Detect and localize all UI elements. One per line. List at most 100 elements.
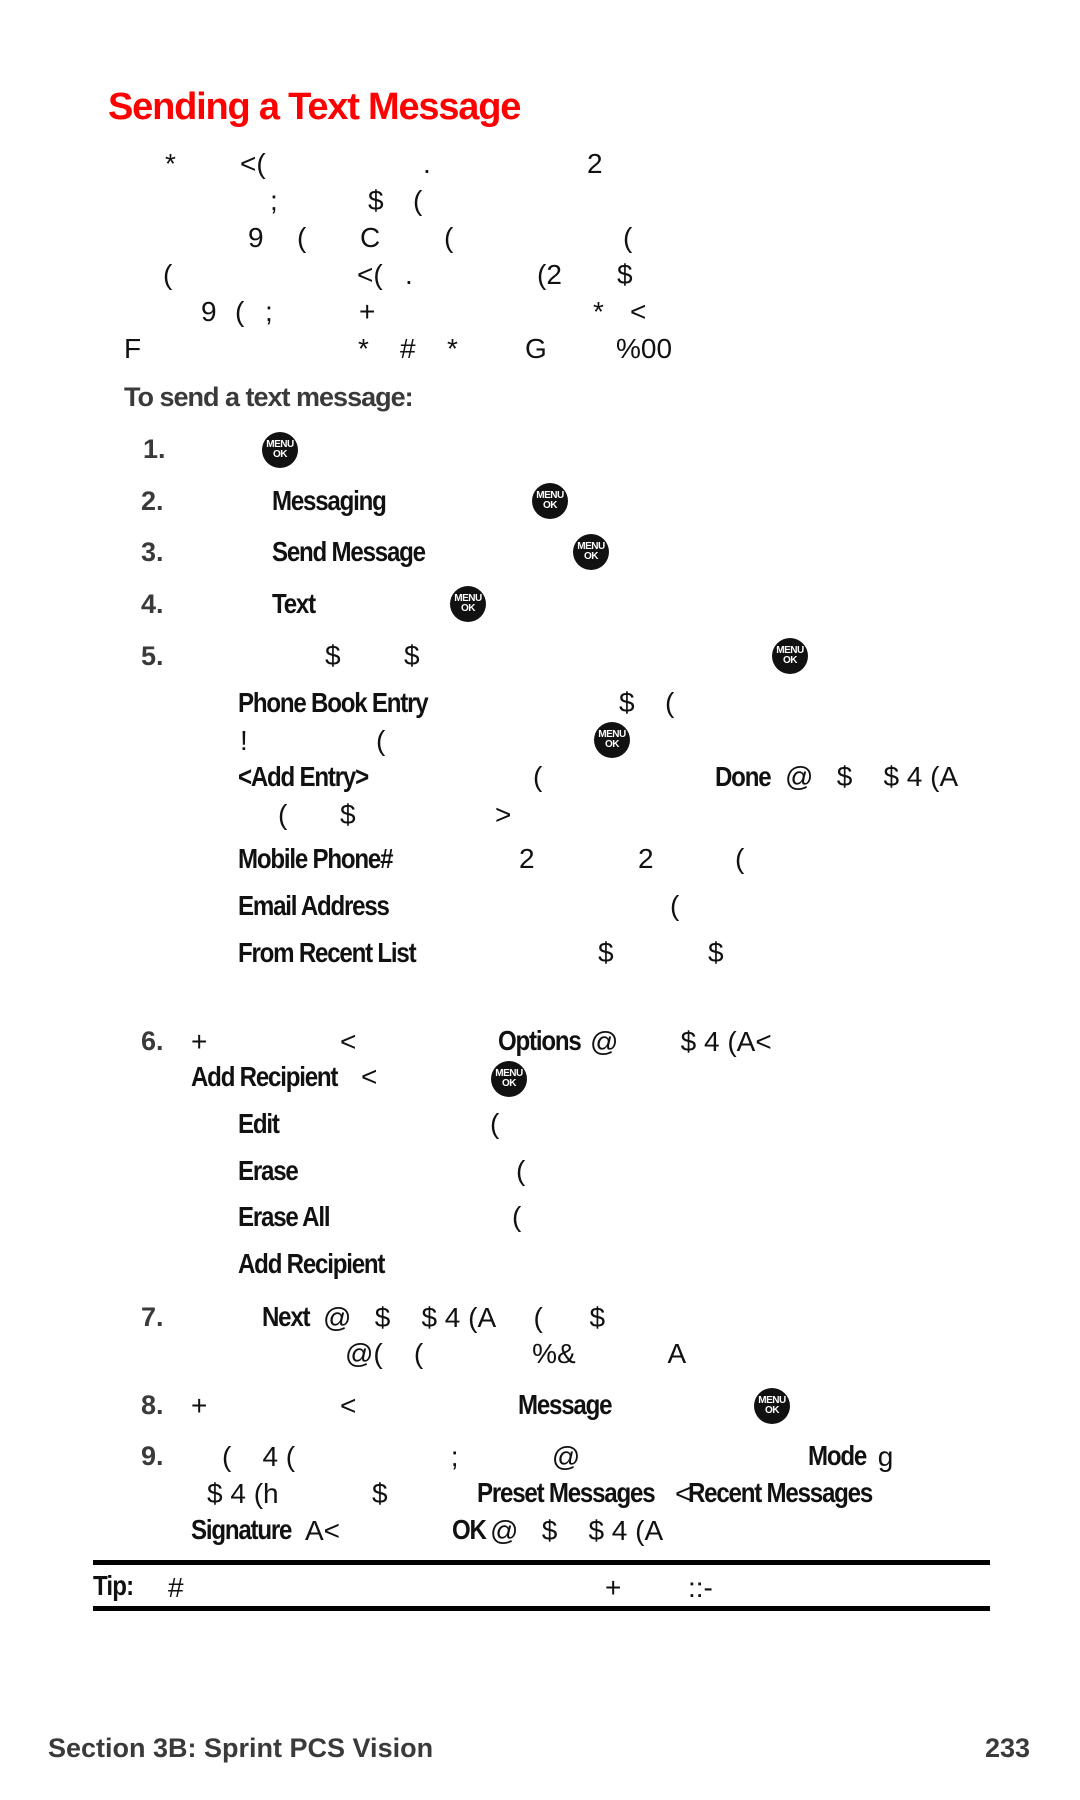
page-title: Sending a Text Message <box>108 86 521 128</box>
glyph: < <box>340 1026 357 1057</box>
option-erase: Erase <box>238 1155 299 1186</box>
next-label: Next <box>262 1301 311 1332</box>
intro-glyph: ( <box>163 259 173 290</box>
intro-glyph: ( <box>235 296 245 327</box>
glyph: < <box>361 1061 378 1092</box>
signature-label: Signature <box>191 1514 292 1545</box>
glyph: ! <box>240 725 248 756</box>
intro-glyph: <( <box>357 259 383 290</box>
option-add-recipient: Add Recipient <box>238 1248 385 1279</box>
glyph: ( <box>376 725 386 756</box>
done-label: Done <box>715 761 772 792</box>
procedure-heading: To send a text message: <box>124 382 414 412</box>
menu-item-messaging: Messaging <box>272 485 387 516</box>
page-number: 233 <box>985 1733 1031 1763</box>
glyph: $ <box>340 799 356 830</box>
step-number: 8. <box>141 1390 164 1420</box>
intro-glyph: * <box>593 296 604 327</box>
menu-item-text: Text <box>272 588 316 619</box>
recent-messages-label: Recent Messages <box>688 1477 873 1508</box>
menu-item-send-message: Send Message <box>272 536 426 567</box>
glyph: 2 <box>519 843 535 874</box>
tip-glyph: + <box>605 1572 622 1603</box>
step-number: 5. <box>141 641 164 671</box>
glyph: 2 <box>638 843 654 874</box>
glyph: @( ( %& A <box>345 1338 687 1369</box>
intro-glyph: . <box>405 259 413 290</box>
intro-glyph: <( <box>240 148 266 179</box>
step-number: 3. <box>141 537 164 567</box>
glyph: ( <box>670 890 680 921</box>
option-email-address: Email Address <box>238 890 390 921</box>
intro-glyph: + <box>359 296 376 327</box>
step-number: 2. <box>141 486 164 516</box>
glyph: $ 4 (h $ <box>207 1478 388 1509</box>
glyph: ( <box>735 843 745 874</box>
menu-ok-key-icon: MENU OK <box>491 1061 527 1097</box>
glyph: $ <box>404 640 420 671</box>
glyph: ( <box>490 1108 500 1139</box>
preset-messages-label: Preset Messages <box>477 1477 656 1508</box>
option-from-recent-list: From Recent List <box>238 937 417 968</box>
step-number: 7. <box>141 1302 164 1332</box>
tip-top-rule <box>93 1560 990 1565</box>
option-mobile-phone: Mobile Phone# <box>238 843 393 874</box>
options-label: Options <box>498 1025 582 1056</box>
glyph: A< <box>305 1515 341 1546</box>
mode-label: Mode <box>808 1440 867 1471</box>
step-number: 4. <box>141 589 164 619</box>
intro-glyph: ( <box>297 222 307 253</box>
menu-ok-key-icon: MENU OK <box>532 483 568 519</box>
option-phone-book-entry: Phone Book Entry <box>238 687 429 718</box>
intro-glyph: ( <box>413 185 423 216</box>
glyph: @ $ 4 (A< <box>590 1026 772 1057</box>
glyph: $ <box>619 687 635 718</box>
menu-ok-key-icon: MENU OK <box>573 534 609 570</box>
intro-glyph: . <box>423 148 431 179</box>
footer-section: Section 3B: Sprint PCS Vision <box>48 1733 434 1763</box>
intro-glyph: * <box>447 333 458 364</box>
glyph: @ $ $ 4 (A <box>785 761 959 792</box>
glyph: + <box>191 1026 208 1057</box>
glyph: $ <box>598 937 614 968</box>
glyph: + <box>191 1390 208 1421</box>
glyph: < <box>340 1390 357 1421</box>
intro-glyph: F <box>124 333 142 364</box>
tip-label: Tip: <box>93 1570 134 1601</box>
intro-glyph: * <box>165 148 176 179</box>
glyph: @ $ $ 4 (A ( $ <box>323 1302 606 1333</box>
menu-ok-key-icon: MENU OK <box>262 432 298 468</box>
intro-glyph: ; <box>265 296 273 327</box>
intro-glyph: < <box>630 296 647 327</box>
step-number: 6. <box>141 1026 164 1056</box>
option-add-entry: <Add Entry> <box>238 761 369 792</box>
intro-glyph: G <box>525 333 547 364</box>
message-label: Message <box>518 1389 613 1420</box>
add-recipient-label: Add Recipient <box>191 1061 338 1092</box>
intro-glyph: ; <box>270 185 278 216</box>
menu-ok-key-icon: MENU OK <box>450 586 486 622</box>
intro-glyph: 9 <box>201 296 217 327</box>
intro-glyph: ( <box>623 222 633 253</box>
glyph: ( <box>516 1155 526 1186</box>
intro-glyph: C <box>360 222 381 253</box>
intro-glyph: 2 <box>587 148 603 179</box>
menu-ok-key-icon: MENU OK <box>772 638 808 674</box>
glyph: ( <box>533 761 543 792</box>
step-number: 1. <box>143 434 166 464</box>
option-erase-all: Erase All <box>238 1201 331 1232</box>
glyph: @ $ $ 4 (A <box>490 1515 664 1546</box>
menu-ok-key-icon: MENU OK <box>754 1388 790 1424</box>
intro-glyph: %00 <box>616 333 673 364</box>
glyph: ( <box>512 1201 522 1232</box>
intro-glyph: (2 <box>537 259 562 290</box>
tip-glyph: ::- <box>688 1572 713 1603</box>
intro-glyph: * <box>358 333 369 364</box>
glyph: ( 4 ( ; @ <box>222 1441 581 1472</box>
intro-glyph: $ <box>617 259 633 290</box>
step-number: 9. <box>141 1441 164 1471</box>
glyph: > <box>495 799 512 830</box>
glyph: $ <box>708 937 724 968</box>
tip-bottom-rule <box>93 1606 990 1611</box>
glyph: $ <box>325 640 341 671</box>
